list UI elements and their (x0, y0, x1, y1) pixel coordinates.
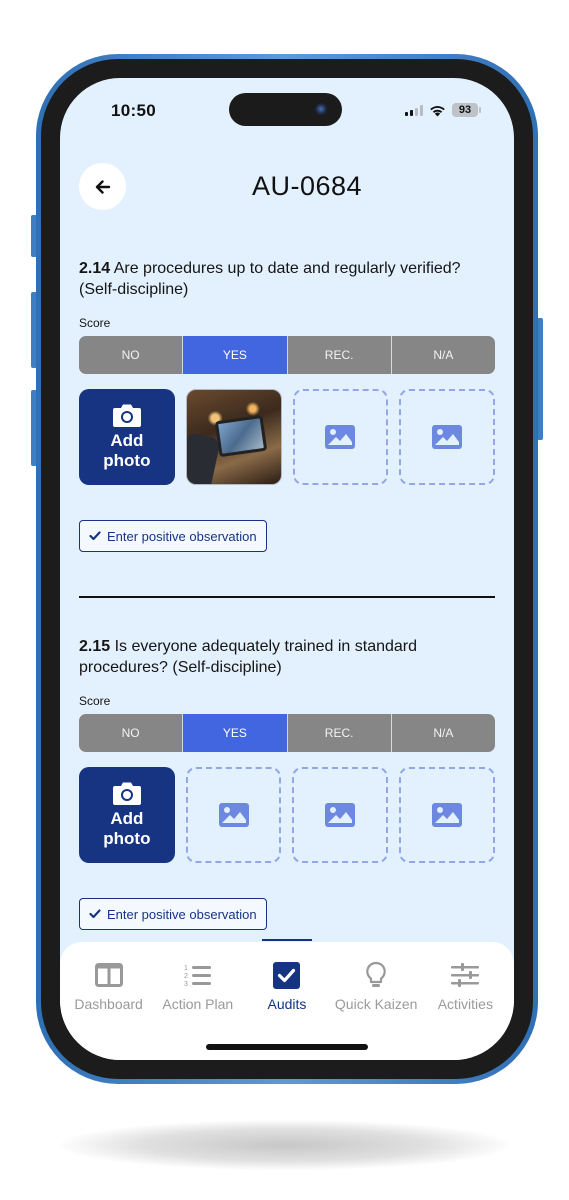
positive-observation-button[interactable]: Enter positive observation (79, 520, 267, 552)
empty-photo-slot[interactable] (399, 767, 495, 863)
add-photo-button[interactable]: Add photo (79, 389, 175, 485)
checkmark-icon (89, 531, 101, 541)
home-indicator[interactable] (206, 1044, 368, 1050)
question-text: 2.15 Is everyone adequately trained in s… (79, 636, 495, 678)
phone-bezel: 10:50 93 AU-0684 2.14 Are procedures up … (41, 59, 533, 1079)
add-photo-label: Add (110, 431, 144, 450)
score-option-na[interactable]: N/A (391, 714, 495, 752)
bottom-tab-bar: Dashboard 123 Action Plan Audits Quick K… (60, 939, 514, 1060)
numbered-list-icon: 123 (184, 965, 211, 987)
status-time: 10:50 (111, 101, 156, 120)
photo-row: Add photo (79, 767, 495, 863)
image-placeholder-icon (432, 803, 463, 827)
camera-icon (112, 404, 141, 427)
tab-audits[interactable]: Audits (243, 960, 331, 1012)
score-label: Score (79, 316, 111, 330)
tab-action-plan[interactable]: 123 Action Plan (154, 960, 242, 1012)
add-photo-label: photo (103, 451, 151, 470)
dynamic-island (229, 93, 342, 126)
phone-frame: 10:50 93 AU-0684 2.14 Are procedures up … (36, 54, 538, 1084)
score-option-yes[interactable]: YES (183, 336, 288, 374)
empty-photo-slot[interactable] (399, 389, 495, 485)
columns-icon (94, 963, 123, 987)
add-photo-label: Add (110, 809, 144, 828)
cellular-signal-icon (405, 104, 423, 116)
wifi-icon (430, 105, 445, 116)
question-number: 2.15 (79, 638, 111, 655)
question-divider (79, 596, 495, 598)
observation-label: Enter positive observation (107, 906, 257, 922)
score-selector: NO YES REC. N/A (79, 336, 495, 374)
camera-lens-icon (315, 103, 327, 115)
observation-label: Enter positive observation (107, 528, 257, 544)
checkmark-icon (89, 909, 101, 919)
status-icons: 93 (405, 103, 481, 117)
question-body: Are procedures up to date and regularly … (79, 260, 461, 298)
svg-text:1: 1 (184, 965, 188, 972)
tab-label: Action Plan (162, 996, 234, 1012)
svg-text:3: 3 (184, 981, 188, 987)
score-option-yes[interactable]: YES (183, 714, 288, 752)
tab-label: Activities (437, 996, 493, 1012)
image-placeholder-icon (432, 425, 463, 449)
audit-question: 2.14 Are procedures up to date and regul… (79, 258, 495, 552)
audit-question: 2.15 Is everyone adequately trained in s… (79, 636, 495, 930)
score-option-no[interactable]: NO (79, 336, 184, 374)
image-placeholder-icon (325, 425, 356, 449)
photo-thumbnail[interactable] (185, 389, 282, 485)
positive-observation-button[interactable]: Enter positive observation (79, 898, 267, 930)
device-mockup: 10:50 93 AU-0684 2.14 Are procedures up … (0, 0, 569, 1200)
image-placeholder-icon (218, 803, 249, 827)
sliders-icon (451, 963, 480, 987)
tab-dashboard[interactable]: Dashboard (65, 960, 153, 1012)
score-option-rec[interactable]: REC. (287, 336, 392, 374)
camera-icon (112, 782, 141, 805)
checkbox-icon (273, 961, 301, 989)
device-shadow (60, 1120, 510, 1170)
svg-text:2: 2 (184, 973, 188, 980)
image-placeholder-icon (325, 803, 356, 827)
app-screen: 10:50 93 AU-0684 2.14 Are procedures up … (60, 78, 514, 1060)
tab-quick-kaizen[interactable]: Quick Kaizen (332, 960, 420, 1012)
score-option-no[interactable]: NO (79, 714, 184, 752)
page-title: AU-0684 (251, 171, 363, 201)
score-selector: NO YES REC. N/A (79, 714, 495, 752)
add-photo-label: photo (103, 829, 151, 848)
tab-label: Dashboard (74, 996, 143, 1012)
add-photo-button[interactable]: Add photo (79, 767, 175, 863)
active-tab-indicator (262, 939, 312, 941)
question-body: Is everyone adequately trained in standa… (79, 638, 418, 676)
tab-label: Quick Kaizen (334, 996, 418, 1012)
tab-activities[interactable]: Activities (421, 960, 509, 1012)
question-number: 2.14 (79, 260, 111, 277)
page-header: AU-0684 (60, 163, 514, 211)
lightbulb-icon (366, 961, 386, 987)
battery-indicator: 93 (452, 103, 481, 117)
empty-photo-slot[interactable] (292, 767, 389, 863)
score-label: Score (79, 694, 111, 708)
empty-photo-slot[interactable] (292, 389, 389, 485)
photo-row: Add photo (79, 389, 495, 485)
score-option-na[interactable]: N/A (391, 336, 495, 374)
tab-label: Audits (267, 996, 307, 1012)
score-option-rec[interactable]: REC. (287, 714, 392, 752)
empty-photo-slot[interactable] (185, 767, 282, 863)
question-text: 2.14 Are procedures up to date and regul… (79, 258, 495, 300)
